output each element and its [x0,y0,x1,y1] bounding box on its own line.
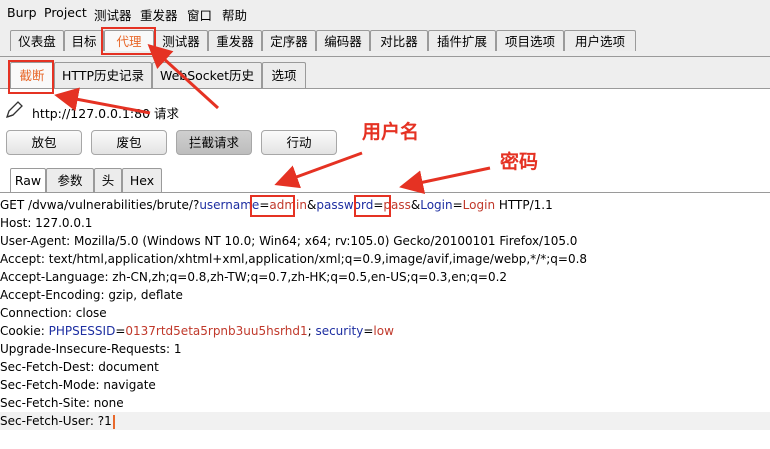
tab-decoder[interactable]: 编码器 [316,30,370,51]
view-tab-bar: Raw 参数 头 Hex [0,163,770,193]
tab-intruder[interactable]: 测试器 [154,30,208,51]
request-line-7: Connection: close [0,306,107,320]
menu-window[interactable]: 窗口 [187,5,212,24]
tab-dashboard[interactable]: 仪表盘 [10,30,64,51]
request-line-11: Sec-Fetch-Mode: navigate [0,378,156,392]
tab-raw[interactable]: Raw [10,168,46,192]
tab-websocket-history[interactable]: WebSocket历史 [152,62,262,88]
request-line-8: Cookie: PHPSESSID=0137rtd5eta5rpnb3uu5hs… [0,324,394,338]
menu-bar: Burp Project 测试器 重发器 窗口 帮助 [0,0,770,26]
text-cursor [112,414,115,429]
username-annotation: 用户名 [362,121,420,143]
tab-user-options[interactable]: 用户选项 [564,30,636,51]
request-line-3: User-Agent: Mozilla/5.0 (Windows NT 10.0… [0,234,578,248]
tab-repeater[interactable]: 重发器 [208,30,262,51]
request-line-12: Sec-Fetch-Site: none [0,396,124,410]
tab-params[interactable]: 参数 [46,168,94,192]
menu-intruder[interactable]: 测试器 [94,5,132,24]
tab-http-history[interactable]: HTTP历史记录 [54,62,152,88]
menu-repeater[interactable]: 重发器 [140,5,178,24]
intercept-toggle-button[interactable]: 拦截请求 [176,130,252,155]
highlight-intercept-tab [8,60,54,94]
action-button[interactable]: 行动 [261,130,337,155]
tab-sequencer[interactable]: 定序器 [262,30,316,51]
request-line-13: Sec-Fetch-User: ?1 [0,412,770,430]
request-line-4: Accept: text/html,application/xhtml+xml,… [0,252,588,266]
request-target: http://127.0.0.1:80 请求 [32,106,180,121]
tab-hex[interactable]: Hex [122,168,162,192]
request-line-5: Accept-Language: zh-CN,zh;q=0.8,zh-TW;q=… [0,270,508,284]
tab-target[interactable]: 目标 [64,30,104,51]
highlight-proxy-tab [101,27,156,55]
menu-help[interactable]: 帮助 [222,5,247,24]
request-line-10: Sec-Fetch-Dest: document [0,360,159,374]
menu-project[interactable]: Project [44,5,87,20]
tab-project-options[interactable]: 项目选项 [496,30,564,51]
menu-burp[interactable]: Burp [7,5,37,20]
request-line-6: Accept-Encoding: gzip, deflate [0,288,183,302]
request-editor[interactable]: GET /dvwa/vulnerabilities/brute/?usernam… [0,196,770,449]
tab-headers[interactable]: 头 [94,168,122,192]
request-line-9: Upgrade-Insecure-Requests: 1 [0,342,182,356]
highlight-password-value [354,195,391,217]
tab-comparer[interactable]: 对比器 [370,30,428,51]
pencil-icon [4,100,24,123]
drop-button[interactable]: 废包 [91,130,167,155]
tab-proxy-options[interactable]: 选项 [262,62,306,88]
forward-button[interactable]: 放包 [6,130,82,155]
password-annotation: 密码 [500,151,539,173]
highlight-username-value [250,195,295,217]
tab-extender[interactable]: 插件扩展 [428,30,496,51]
proxy-tab-bar: 截断 HTTP历史记录 WebSocket历史 选项 [0,57,770,89]
